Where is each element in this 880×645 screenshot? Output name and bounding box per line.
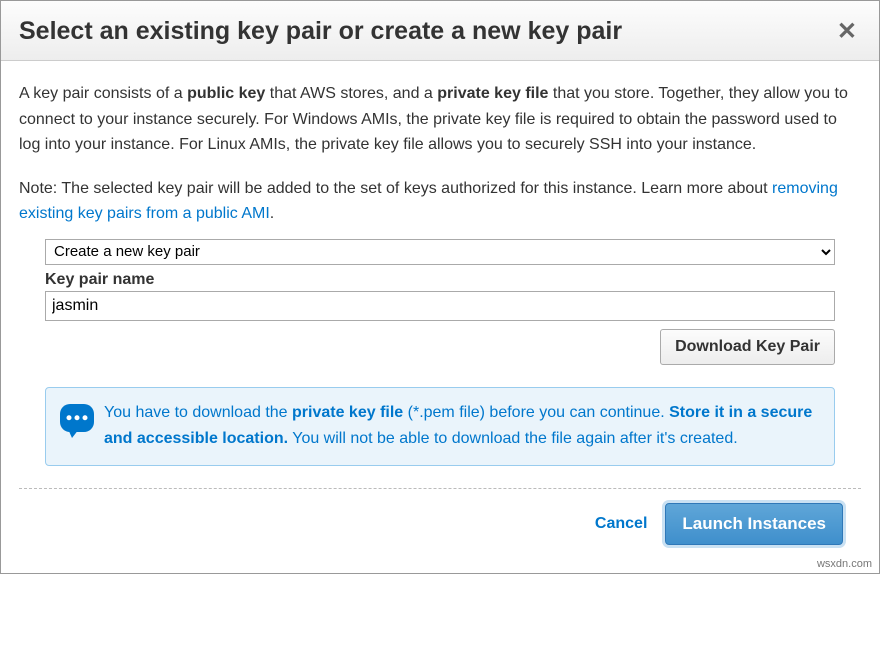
alert-t1: You have to download the	[104, 404, 292, 421]
close-icon[interactable]: ✕	[833, 20, 861, 44]
modal-title: Select an existing key pair or create a …	[19, 17, 622, 46]
launch-instances-button[interactable]: Launch Instances	[665, 503, 843, 545]
intro-b2: private key file	[437, 85, 548, 102]
intro-t1: A key pair consists of a	[19, 85, 187, 102]
info-alert: You have to download the private key fil…	[45, 387, 835, 466]
modal-body: A key pair consists of a public key that…	[1, 61, 879, 573]
key-pair-name-label: Key pair name	[45, 271, 835, 289]
modal-footer: Cancel Launch Instances	[19, 503, 861, 563]
cancel-button[interactable]: Cancel	[595, 515, 647, 533]
intro-b1: public key	[187, 85, 265, 102]
note-paragraph: Note: The selected key pair will be adde…	[19, 176, 861, 227]
alert-b1: private key file	[292, 404, 403, 421]
intro-paragraph: A key pair consists of a public key that…	[19, 81, 861, 158]
divider	[19, 488, 861, 489]
note-t1: Note: The selected key pair will be adde…	[19, 180, 772, 197]
chat-bubble-icon	[60, 404, 94, 432]
download-row: Download Key Pair	[45, 329, 835, 365]
alert-text: You have to download the private key fil…	[104, 400, 820, 451]
key-pair-option-select[interactable]: Create a new key pair	[45, 239, 835, 265]
alert-t2: (*.pem file) before you can continue.	[403, 404, 669, 421]
alert-t3: You will not be able to download the fil…	[288, 430, 738, 447]
form-section: Create a new key pair Key pair name Down…	[19, 239, 861, 466]
download-key-pair-button[interactable]: Download Key Pair	[660, 329, 835, 365]
key-pair-modal: Select an existing key pair or create a …	[0, 0, 880, 574]
note-t2: .	[270, 205, 274, 222]
key-pair-name-input[interactable]	[45, 291, 835, 321]
watermark: wsxdn.com	[817, 558, 872, 570]
intro-t2: that AWS stores, and a	[265, 85, 437, 102]
modal-header: Select an existing key pair or create a …	[1, 1, 879, 61]
